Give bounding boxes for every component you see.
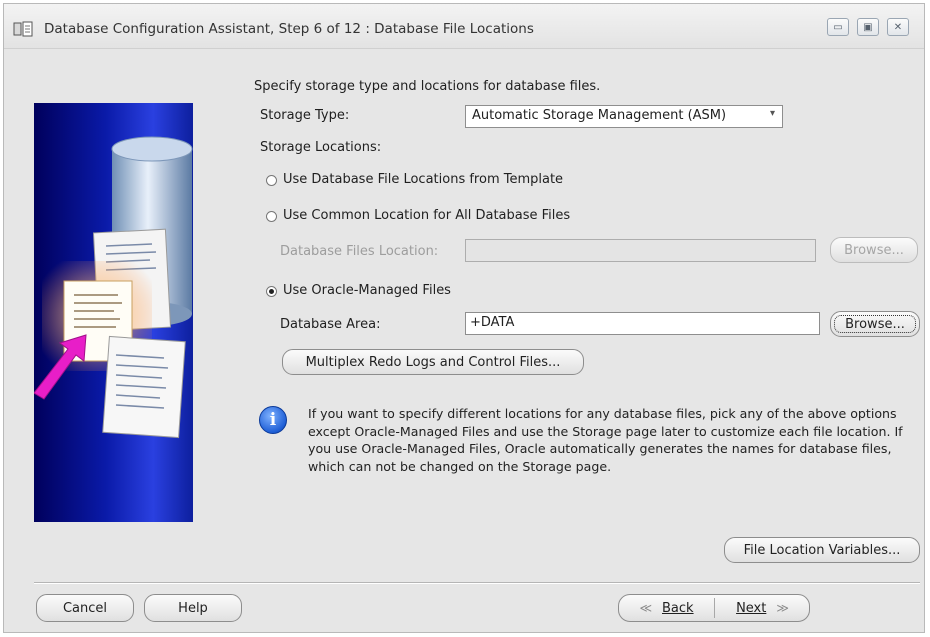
radio-template-locations[interactable]	[266, 175, 277, 186]
database-config-icon	[13, 21, 33, 37]
double-chevron-right-icon: ≫	[776, 601, 789, 615]
navigation-buttons: ≪ Back Next ≫	[618, 594, 810, 622]
storage-type-value: Automatic Storage Management (ASM)	[472, 108, 727, 123]
storage-type-select[interactable]: Automatic Storage Management (ASM) ▾	[465, 105, 783, 128]
browse-button[interactable]: Browse...	[830, 311, 920, 337]
next-label: Next	[736, 600, 767, 616]
browse-disabled-button[interactable]: Browse...	[830, 237, 918, 263]
close-button[interactable]: ✕	[887, 18, 909, 36]
help-button[interactable]: Help	[144, 594, 242, 622]
next-button[interactable]: Next ≫	[715, 595, 810, 621]
database-files-illustration	[34, 136, 193, 439]
radio-common-location[interactable]	[266, 211, 277, 222]
window-title: Database Configuration Assistant, Step 6…	[44, 21, 534, 37]
footer-separator	[34, 582, 920, 584]
back-label: Back	[662, 600, 694, 616]
radio-oracle-managed-label[interactable]: Use Oracle-Managed Files	[283, 283, 451, 298]
minimize-icon: ▭	[833, 21, 843, 33]
radio-oracle-managed[interactable]	[266, 286, 277, 297]
maximize-button[interactable]: ▣	[857, 18, 879, 36]
radio-template-label[interactable]: Use Database File Locations from Templat…	[283, 172, 563, 187]
storage-locations-label: Storage Locations:	[260, 140, 382, 155]
database-area-label: Database Area:	[280, 317, 381, 332]
dropdown-arrow-icon: ▾	[769, 108, 775, 119]
close-icon: ✕	[893, 21, 903, 33]
back-button[interactable]: ≪ Back	[619, 595, 714, 621]
db-files-location-input[interactable]	[465, 239, 816, 262]
radio-common-label[interactable]: Use Common Location for All Database Fil…	[283, 208, 570, 223]
dbca-window: Database Configuration Assistant, Step 6…	[3, 3, 925, 633]
double-chevron-left-icon: ≪	[639, 601, 652, 615]
cancel-button[interactable]: Cancel	[36, 594, 134, 622]
info-icon: i	[259, 406, 287, 434]
file-location-variables-button[interactable]: File Location Variables...	[724, 537, 920, 563]
info-message: If you want to specify different locatio…	[308, 406, 903, 474]
maximize-icon: ▣	[863, 21, 873, 33]
wizard-illustration	[34, 103, 193, 522]
intro-text: Specify storage type and locations for d…	[254, 79, 601, 94]
minimize-button[interactable]: ▭	[827, 18, 849, 36]
storage-type-label: Storage Type:	[260, 108, 350, 123]
db-files-location-label: Database Files Location:	[280, 244, 439, 259]
database-area-input[interactable]: +DATA	[465, 312, 820, 335]
multiplex-redo-logs-button[interactable]: Multiplex Redo Logs and Control Files...	[282, 349, 584, 375]
title-bar: Database Configuration Assistant, Step 6…	[4, 4, 924, 49]
